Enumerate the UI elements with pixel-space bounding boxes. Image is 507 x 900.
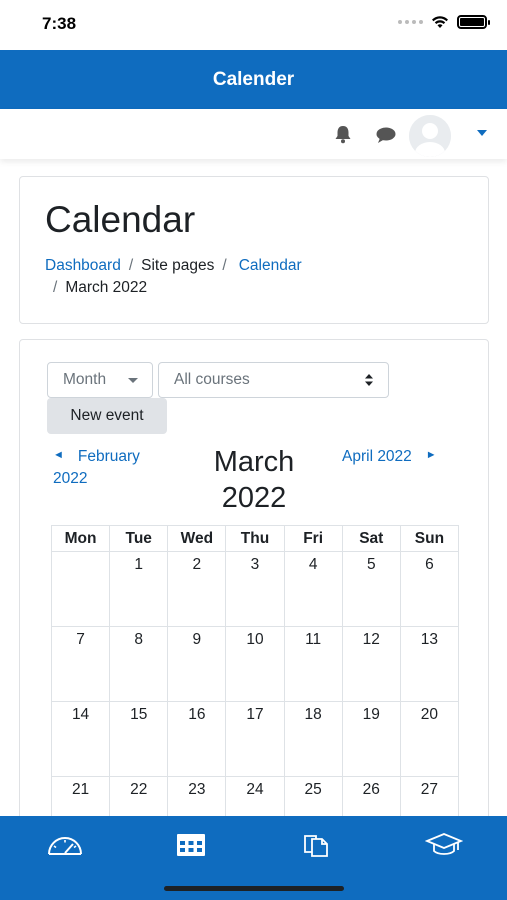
breadcrumb-separator: / [222,257,227,274]
weekday-header: Wed [167,525,227,552]
breadcrumb-site-pages: Site pages [141,257,215,274]
arrow-left-icon: ◄ [53,449,64,461]
tab-courses[interactable] [419,830,469,860]
chevron-down-icon [128,378,138,383]
course-select[interactable]: All courses [158,362,389,398]
current-month-year: 2022 [221,482,287,514]
day-cell[interactable]: 3 [225,551,285,627]
status-bar: 7:38 [0,0,507,50]
day-cell[interactable]: 20 [399,701,460,777]
day-cell[interactable]: 11 [283,626,343,702]
graduation-cap-icon [425,833,463,855]
new-event-button[interactable]: New event [47,398,167,434]
dashboard-gauge-icon [48,837,82,855]
current-month-title: March 2022 [190,444,318,516]
status-icons [398,15,490,29]
day-cell[interactable]: 17 [225,701,285,777]
weekday-header: Fri [283,525,343,552]
calendar-grid: Mon Tue Wed Thu Fri Sat Sun 1 2 3 4 5 6 … [50,525,460,852]
weekday-header: Tue [109,525,169,552]
breadcrumb-dashboard[interactable]: Dashboard [45,257,121,274]
day-cell[interactable]: 19 [341,701,401,777]
view-select[interactable]: Month [47,362,153,398]
prev-month-label: February [77,448,140,466]
weekday-header: Mon [50,525,111,552]
wifi-icon [432,16,448,28]
calendar-card: Month All courses New event ◄ February 202… [19,339,489,852]
app-header: Calender [0,50,507,109]
week-row: 7 8 9 10 11 12 13 [50,626,460,702]
day-cell[interactable]: 7 [50,626,111,702]
day-cell[interactable]: 13 [399,626,460,702]
prev-month-year: 2022 [53,470,88,488]
day-cell[interactable]: 8 [109,626,169,702]
battery-icon [457,15,490,29]
tab-files[interactable] [291,830,341,860]
app-title: Calender [212,68,295,90]
status-time: 7:38 [42,14,77,33]
weekday-header: Sun [399,525,460,552]
day-cell[interactable]: 9 [167,626,227,702]
bell-icon[interactable] [333,123,353,145]
day-cell[interactable]: 2 [167,551,227,627]
breadcrumb-separator: / [53,279,58,296]
weekday-header: Thu [225,525,285,552]
select-arrows-icon [365,374,373,386]
day-cell[interactable]: 4 [283,551,343,627]
day-cell[interactable]: 16 [167,701,227,777]
files-icon [304,835,328,857]
current-month-name: March [213,446,295,478]
day-cell[interactable]: 6 [399,551,460,627]
breadcrumb-current: March 2022 [65,279,148,296]
breadcrumb: Dashboard / Site pages / Calendar / March 2022 [45,255,465,299]
weekday-header: Sat [341,525,401,552]
user-silhouette-icon [409,115,451,157]
breadcrumb-separator: / [128,257,134,274]
avatar[interactable] [409,115,451,157]
day-cell[interactable]: 5 [341,551,401,627]
day-cell[interactable]: 14 [50,701,111,777]
page-header-card: Calendar Dashboard / Site pages / Calendar / M… [19,176,489,324]
tab-dashboard[interactable] [40,830,90,860]
chat-icon[interactable] [375,125,397,145]
next-month-link[interactable]: April 2022 ► [342,446,472,468]
day-cell[interactable]: 15 [109,701,169,777]
signal-icon [398,20,423,24]
week-row: 1 2 3 4 5 6 [50,551,460,627]
next-month-label: April 2022 [342,448,412,466]
course-select-value: All courses [174,371,250,388]
day-cell[interactable]: 1 [109,551,169,627]
breadcrumb-calendar[interactable]: Calendar [239,257,302,274]
day-cell[interactable]: 18 [283,701,343,777]
calendar-grid-icon [177,834,205,856]
bottom-tab-bar [0,816,507,900]
view-select-value: Month [63,371,107,388]
tab-calendar[interactable] [166,830,216,860]
weekday-header-row: Mon Tue Wed Thu Fri Sat Sun [50,525,460,552]
day-cell[interactable]: 12 [341,626,401,702]
prev-month-link[interactable]: ◄ February 2022 [53,446,183,490]
caret-down-icon[interactable] [476,128,488,138]
week-row: 14 15 16 17 18 19 20 [50,701,460,777]
home-indicator [164,886,344,891]
page-title: Calendar [45,199,196,240]
day-cell[interactable]: 10 [225,626,285,702]
day-cell [50,551,111,627]
user-bar [0,109,507,159]
arrow-right-icon: ► [425,449,437,461]
